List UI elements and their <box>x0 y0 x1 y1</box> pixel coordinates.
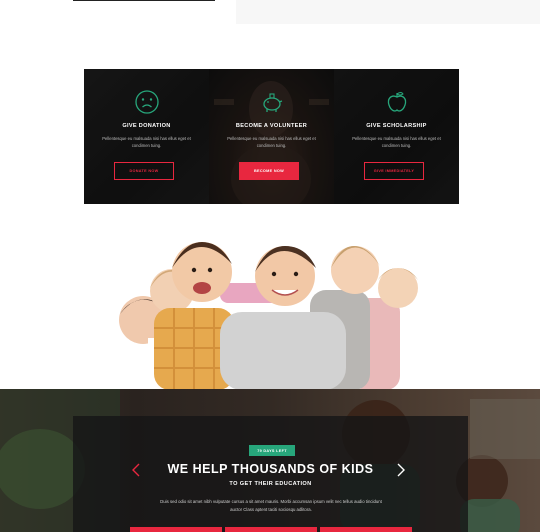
card-title: GIVE SCHOLARSHIP <box>366 123 427 129</box>
hero-description: Duis sed odio sit amet nibh vulputate cu… <box>160 499 382 512</box>
card-give-scholarship: GIVE SCHOLARSHIP Pellentesque eu malsuad… <box>334 69 459 204</box>
chevron-right-icon[interactable] <box>396 463 406 477</box>
piggy-bank-icon <box>262 93 282 112</box>
card-description: Pellentesque eu malsuada nisi has ellus … <box>102 136 191 148</box>
top-bar-panel <box>236 0 540 24</box>
card-description: Pellentesque eu malsuada nisi has ellus … <box>227 136 316 148</box>
hero-button-3[interactable] <box>320 527 412 532</box>
card-title: GIVE DONATION <box>122 123 171 129</box>
card-title: BECOME A VOLUNTEER <box>235 123 308 129</box>
children-group-image <box>119 242 418 390</box>
give-immediately-button[interactable]: GIVE IMMEDIATELY <box>364 162 424 180</box>
chevron-left-icon[interactable] <box>131 463 141 477</box>
become-now-button[interactable]: BECOME NOW <box>239 162 299 180</box>
hero-button-1[interactable] <box>130 527 222 532</box>
card-become-volunteer: BECOME A VOLUNTEER Pellentesque eu malsu… <box>209 69 334 204</box>
help-options: GIVE DONATION Pellentesque eu malsuada n… <box>84 69 459 204</box>
hero-subtitle: TO GET THEIR EDUCATION <box>229 481 312 487</box>
card-description: Pellentesque eu malsuada nisi has ellus … <box>352 136 441 148</box>
top-divider <box>73 0 215 1</box>
hero-button-2[interactable] <box>225 527 317 532</box>
donate-now-button[interactable]: DONATE NOW <box>114 162 174 180</box>
days-left-badge: 79 DAYS LEFT <box>249 445 295 456</box>
card-give-donation: GIVE DONATION Pellentesque eu malsuada n… <box>84 69 209 204</box>
apple-icon <box>387 92 406 112</box>
sad-face-icon <box>134 90 159 114</box>
